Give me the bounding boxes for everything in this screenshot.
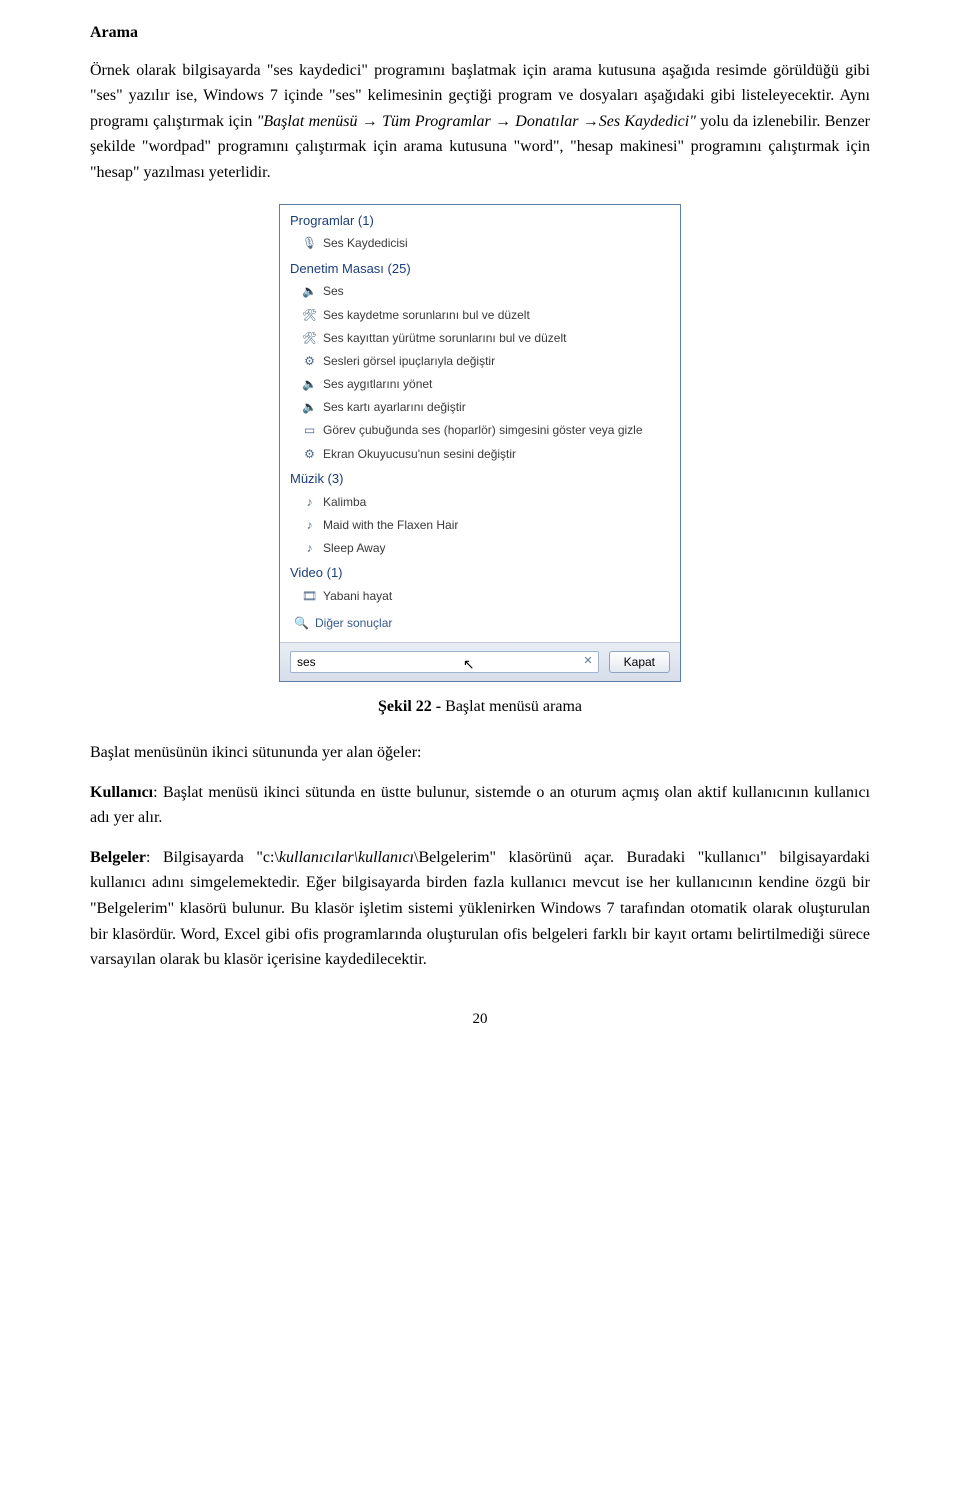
result-label: Görev çubuğunda ses (hoparlör) simgesini… [323, 421, 643, 440]
startmenu-results: Programlar (1) 🎙 Ses Kaydedicisi Denetim… [280, 205, 680, 644]
result-label: Sleep Away [323, 539, 386, 558]
result-label: Ekran Okuyucusu'nun sesini değiştir [323, 445, 516, 464]
result-ekran-okuyucu[interactable]: ⚙ Ekran Okuyucusu'nun sesini değiştir [280, 443, 680, 466]
troubleshoot-icon: 🛠 [302, 331, 317, 346]
result-ses-aygitlari[interactable]: 🔈 Ses aygıtlarını yönet [280, 373, 680, 396]
p2b-rest: : Başlat menüsü ikinci sütunda en üstte … [90, 784, 870, 827]
figure-caption: Şekil 22 - Başlat menüsü arama [90, 694, 870, 720]
paragraph-1: Örnek olarak bilgisayarda "ses kaydedici… [90, 58, 870, 186]
music-icon: ♪ [302, 541, 317, 556]
p3-italic: kullanıcılar\kullanıcı [279, 849, 414, 866]
troubleshoot-icon: 🛠 [302, 308, 317, 323]
result-ses-kaydedicisi[interactable]: 🎙 Ses Kaydedicisi [280, 232, 680, 255]
figure-startmenu: Programlar (1) 🎙 Ses Kaydedicisi Denetim… [90, 204, 870, 683]
startmenu-panel: Programlar (1) 🎙 Ses Kaydedicisi Denetim… [279, 204, 681, 683]
p3-a: : Bilgisayarda "c:\ [146, 849, 279, 866]
paragraph-2b: Kullanıcı: Başlat menüsü ikinci sütunda … [90, 780, 870, 831]
result-ses-yurutume-sorun[interactable]: 🛠 Ses kayıttan yürütme sorunlarını bul v… [280, 327, 680, 350]
result-sesler-gorsel[interactable]: ⚙ Sesleri görsel ipuçlarıyla değiştir [280, 350, 680, 373]
more-results-label: Diğer sonuçlar [315, 614, 392, 633]
music-icon: ♪ [302, 518, 317, 533]
close-button[interactable]: Kapat [609, 651, 670, 673]
result-label: Ses aygıtlarını yönet [323, 375, 432, 394]
speaker-icon: 🔈 [302, 400, 317, 415]
video-icon: 🎞 [302, 589, 317, 604]
caption-rest: Başlat menüsü arama [441, 698, 582, 715]
result-label: Ses kaydetme sorunlarını bul ve düzelt [323, 306, 530, 325]
result-sleep-away[interactable]: ♪ Sleep Away [280, 537, 680, 560]
group-programs-label: Programlar (1) [280, 208, 680, 233]
result-label: Ses kayıttan yürütme sorunlarını bul ve … [323, 329, 566, 348]
caption-bold: Şekil 22 - [378, 698, 441, 715]
p3-b: \Belgelerim" klasörünü açar. Buradaki "k… [90, 849, 870, 968]
paragraph-3: Belgeler: Bilgisayarda "c:\kullanıcılar\… [90, 845, 870, 973]
gear-icon: ⚙ [302, 447, 317, 462]
search-icon: 🔍 [294, 616, 309, 631]
group-video-label: Video (1) [280, 560, 680, 585]
result-yabani-hayat[interactable]: 🎞 Yabani hayat [280, 585, 680, 608]
result-label: Ses kartı ayarlarını değiştir [323, 398, 466, 417]
search-box-wrap: ✕ ↖ [290, 651, 599, 673]
result-label: Sesleri görsel ipuçlarıyla değiştir [323, 352, 495, 371]
result-ses-kaydetme-sorun[interactable]: 🛠 Ses kaydetme sorunlarını bul ve düzelt [280, 304, 680, 327]
result-gorev-cubugu-ses[interactable]: ▭ Görev çubuğunda ses (hoparlör) simgesi… [280, 419, 680, 442]
p3-bold: Belgeler [90, 849, 146, 866]
result-label: Ses Kaydedicisi [323, 234, 408, 253]
more-results[interactable]: 🔍 Diğer sonuçlar [280, 608, 680, 639]
result-label: Ses [323, 282, 344, 301]
result-ses[interactable]: 🔈 Ses [280, 280, 680, 303]
paragraph-2a: Başlat menüsünün ikinci sütununda yer al… [90, 740, 870, 766]
result-kalimba[interactable]: ♪ Kalimba [280, 491, 680, 514]
p1-italic: "Başlat menüsü → Tüm Programlar → Donatı… [257, 113, 696, 130]
result-label: Maid with the Flaxen Hair [323, 516, 458, 535]
app-icon: 🎙 [302, 236, 317, 251]
startmenu-bottom-bar: ✕ ↖ Kapat [280, 643, 680, 681]
clear-icon[interactable]: ✕ [583, 654, 592, 672]
result-label: Kalimba [323, 493, 366, 512]
result-ses-karti[interactable]: 🔈 Ses kartı ayarlarını değiştir [280, 396, 680, 419]
result-label: Yabani hayat [323, 587, 392, 606]
result-maid-flaxen[interactable]: ♪ Maid with the Flaxen Hair [280, 514, 680, 537]
group-music-label: Müzik (3) [280, 466, 680, 491]
search-input[interactable] [290, 651, 599, 673]
speaker-icon: 🔈 [302, 377, 317, 392]
music-icon: ♪ [302, 495, 317, 510]
page-number: 20 [90, 1007, 870, 1031]
p2b-bold: Kullanıcı [90, 784, 153, 801]
section-heading: Arama [90, 20, 870, 46]
group-control-panel-label: Denetim Masası (25) [280, 256, 680, 281]
gear-icon: ⚙ [302, 354, 317, 369]
taskbar-icon: ▭ [302, 424, 317, 439]
speaker-icon: 🔈 [302, 284, 317, 299]
